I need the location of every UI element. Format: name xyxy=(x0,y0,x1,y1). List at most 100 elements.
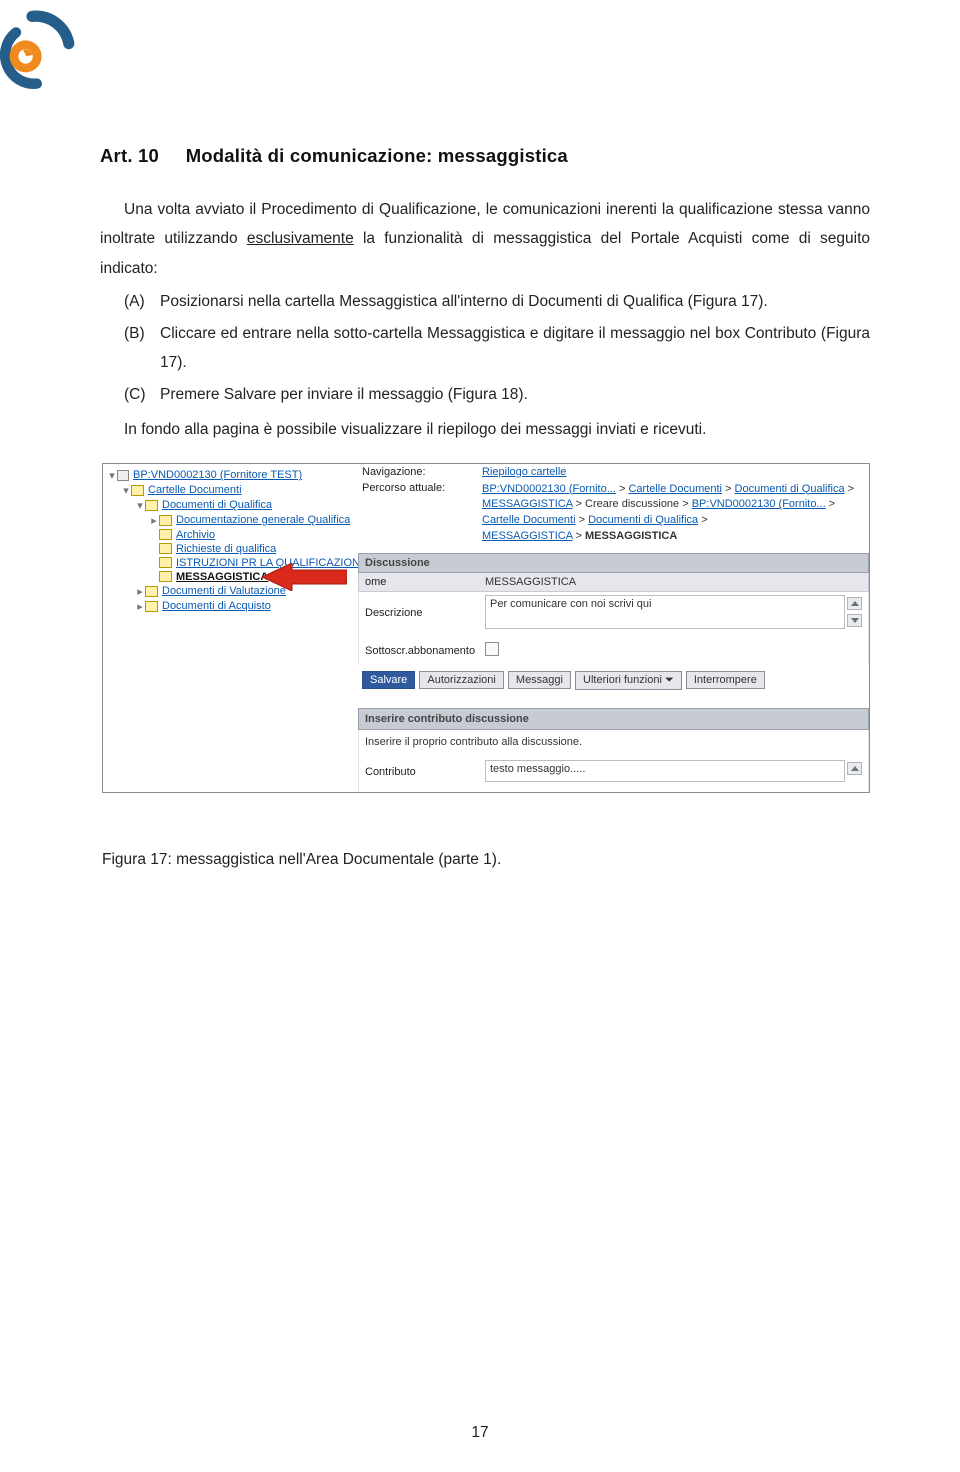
folder-icon xyxy=(145,586,158,597)
scroll-up-icon[interactable] xyxy=(847,762,862,775)
subscription-row: Sottoscr.abbonamento xyxy=(358,632,869,665)
authorizations-button[interactable]: Autorizzazioni xyxy=(419,671,503,689)
folder-icon xyxy=(159,529,172,540)
tree-node-label[interactable]: Documenti di Qualifica xyxy=(162,499,272,511)
tree-node[interactable]: ▾ Cartelle Documenti xyxy=(107,483,354,498)
description-row: Descrizione xyxy=(358,592,869,632)
tree-node-label[interactable]: Richieste di qualifica xyxy=(176,543,276,555)
article-number: Art. 10 xyxy=(100,145,159,166)
contribution-textarea[interactable] xyxy=(485,760,845,782)
name-row: ome MESSAGGISTICA xyxy=(358,573,869,592)
tree-node[interactable]: ▸ Documentazione generale Qualifica xyxy=(107,513,354,528)
treeview-expand-icon[interactable]: ▸ xyxy=(135,600,145,613)
company-logo xyxy=(0,10,80,90)
callout-arrow-icon xyxy=(262,563,347,594)
tree-node-label[interactable]: MESSAGGISTICA xyxy=(176,571,268,583)
tree-node-label[interactable]: BP:VND0002130 (Fornitore TEST) xyxy=(133,469,302,481)
tree-node-label[interactable]: Documentazione generale Qualifica xyxy=(176,514,350,526)
page-number: 17 xyxy=(0,1424,960,1442)
tree-node[interactable]: ▾ Documenti di Qualifica xyxy=(107,498,354,513)
breadcrumb-sep: > xyxy=(679,498,692,510)
breadcrumb-row: Percorso attuale: BP:VND0002130 (Fornito… xyxy=(358,480,869,548)
treeview-spacer xyxy=(149,557,159,569)
list-item: (C) Premere Salvare per inviare il messa… xyxy=(100,380,870,409)
cancel-button[interactable]: Interrompere xyxy=(686,671,765,689)
treeview-collapse-icon[interactable]: ▾ xyxy=(107,469,117,482)
breadcrumb-sep: > xyxy=(845,483,854,495)
description-textarea[interactable] xyxy=(485,595,845,629)
figure-caption: Figura 17: messaggistica nell'Area Docum… xyxy=(102,851,870,869)
section-header-discussione: Discussione xyxy=(358,553,869,573)
more-functions-button[interactable]: Ulteriori funzioni ⏷ xyxy=(575,671,682,690)
document-icon xyxy=(117,470,129,481)
subscription-label: Sottoscr.abbonamento xyxy=(365,645,485,657)
section-header-inserire: Inserire contributo discussione xyxy=(358,708,869,730)
treeview-spacer xyxy=(149,529,159,541)
breadcrumb-link[interactable]: Cartelle Documenti xyxy=(628,483,722,495)
tree-node[interactable]: Archivio xyxy=(107,528,354,542)
nav-label: Navigazione: xyxy=(362,466,482,478)
treeview-collapse-icon[interactable]: ▾ xyxy=(121,484,131,497)
tree-node-label[interactable]: Cartelle Documenti xyxy=(148,484,242,496)
article-title: Modalità di comunicazione: messaggistica xyxy=(186,145,568,166)
list-text: Cliccare ed entrare nella sotto-cartella… xyxy=(160,319,870,378)
nav-row: Navigazione: Riepilogo cartelle xyxy=(358,464,869,480)
list-text: Posizionarsi nella cartella Messaggistic… xyxy=(160,287,870,316)
breadcrumb-link[interactable]: BP:VND0002130 (Fornito... xyxy=(692,498,826,510)
list-text: Premere Salvare per inviare il messaggio… xyxy=(160,380,870,409)
save-button[interactable]: Salvare xyxy=(362,671,415,689)
breadcrumb-link[interactable]: MESSAGGISTICA xyxy=(482,530,572,542)
tree-node[interactable]: ▾ BP:VND0002130 (Fornitore TEST) xyxy=(107,468,354,483)
breadcrumb-sep: > xyxy=(572,530,585,542)
treeview-expand-icon[interactable]: ▸ xyxy=(135,585,145,598)
form-panel: Navigazione: Riepilogo cartelle Percorso… xyxy=(358,464,869,793)
folder-tree: ▾ BP:VND0002130 (Fornitore TEST) ▾ Carte… xyxy=(103,464,358,793)
breadcrumb-label: Percorso attuale: xyxy=(362,482,482,494)
breadcrumb-sep: > xyxy=(572,498,585,510)
tree-node[interactable]: Richieste di qualifica xyxy=(107,542,354,556)
list-item: (A) Posizionarsi nella cartella Messaggi… xyxy=(100,287,870,316)
scroll-down-icon[interactable] xyxy=(847,614,862,627)
breadcrumb-sep: > xyxy=(616,483,629,495)
folder-icon xyxy=(159,543,172,554)
contribution-note: Inserire il proprio contributo alla disc… xyxy=(358,730,869,754)
breadcrumb: BP:VND0002130 (Fornito... > Cartelle Doc… xyxy=(482,482,865,546)
treeview-expand-icon[interactable]: ▸ xyxy=(149,514,159,527)
article-heading: Art. 10 Modalità di comunicazione: messa… xyxy=(100,145,870,167)
folder-icon xyxy=(159,557,172,568)
name-value: MESSAGGISTICA xyxy=(485,576,862,588)
nav-link[interactable]: Riepilogo cartelle xyxy=(482,466,566,478)
screenshot-figure: ▾ BP:VND0002130 (Fornitore TEST) ▾ Carte… xyxy=(102,463,870,794)
breadcrumb-sep: > xyxy=(826,498,835,510)
epilogue-text: In fondo alla pagina è possibile visuali… xyxy=(100,415,870,444)
tree-node[interactable]: ▸ Documenti di Acquisto xyxy=(107,599,354,614)
description-label: Descrizione xyxy=(365,605,485,619)
treeview-collapse-icon[interactable]: ▾ xyxy=(135,499,145,512)
intro-paragraph: Una volta avviato il Procedimento di Qua… xyxy=(100,195,870,283)
treeview-spacer xyxy=(149,543,159,555)
breadcrumb-link[interactable]: MESSAGGISTICA xyxy=(482,498,572,510)
tree-node-label[interactable]: Archivio xyxy=(176,529,215,541)
contribution-label: Contributo xyxy=(365,764,485,778)
list-marker: (B) xyxy=(100,319,160,378)
breadcrumb-text: Creare discussione xyxy=(585,498,679,510)
subscription-checkbox[interactable] xyxy=(485,642,499,656)
instruction-list: (A) Posizionarsi nella cartella Messaggi… xyxy=(100,287,870,409)
folder-icon xyxy=(145,500,158,511)
list-marker: (C) xyxy=(100,380,160,409)
breadcrumb-link[interactable]: Cartelle Documenti xyxy=(482,514,576,526)
breadcrumb-link[interactable]: Documenti di Qualifica xyxy=(735,483,845,495)
breadcrumb-sep: > xyxy=(722,483,735,495)
tree-node-label[interactable]: Documenti di Acquisto xyxy=(162,600,271,612)
tree-node-selected[interactable]: MESSAGGISTICA xyxy=(107,570,354,584)
treeview-spacer xyxy=(149,571,159,583)
scroll-up-icon[interactable] xyxy=(847,597,862,610)
intro-text-underline: esclusivamente xyxy=(247,230,354,247)
folder-icon xyxy=(159,515,172,526)
folder-icon xyxy=(145,601,158,612)
breadcrumb-sep: > xyxy=(576,514,589,526)
action-buttons: Salvare Autorizzazioni Messaggi Ulterior… xyxy=(358,665,869,698)
breadcrumb-link[interactable]: BP:VND0002130 (Fornito... xyxy=(482,483,616,495)
messages-button[interactable]: Messaggi xyxy=(508,671,571,689)
breadcrumb-link[interactable]: Documenti di Qualifica xyxy=(588,514,698,526)
